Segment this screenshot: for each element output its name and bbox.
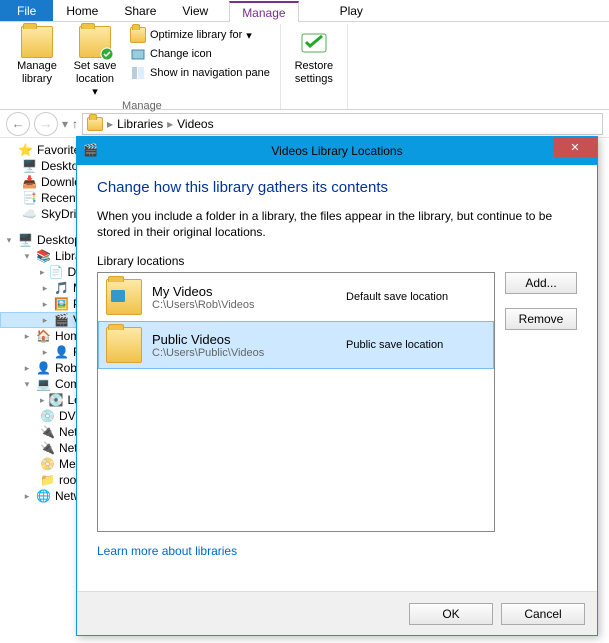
recent-chevron-icon[interactable]: ▾ (62, 117, 68, 131)
group-label-manage: Manage (10, 100, 274, 114)
ok-button[interactable]: OK (409, 603, 493, 625)
manage-library-button[interactable]: Manage library (10, 24, 64, 86)
location-tag: Default save location (346, 291, 486, 303)
learn-more-link[interactable]: Learn more about libraries (97, 544, 577, 558)
location-tag: Public save location (346, 339, 486, 351)
dialog-description: When you include a folder in a library, … (97, 208, 577, 240)
tab-home[interactable]: Home (53, 0, 111, 21)
nav-bar: ← → ▾ ↑ ▸ Libraries ▸ Videos (0, 110, 609, 138)
dialog-titlebar[interactable]: 🎬 Videos Library Locations ✕ (77, 137, 597, 165)
location-name: My Videos (152, 284, 336, 299)
forward-button[interactable]: → (34, 112, 58, 136)
up-button[interactable]: ↑ (72, 117, 78, 131)
tab-manage[interactable]: Manage (229, 1, 298, 22)
dialog-title: Videos Library Locations (77, 144, 597, 158)
location-item-public-videos[interactable]: Public Videos C:\Users\Public\Videos Pub… (98, 321, 494, 369)
location-path: C:\Users\Public\Videos (152, 347, 336, 359)
ribbon-tabs: File Home Share View Manage Play (0, 0, 609, 22)
star-icon: ⭐ (18, 143, 33, 157)
close-button[interactable]: ✕ (553, 137, 597, 157)
restore-settings-button[interactable]: Restore settings (287, 24, 341, 86)
show-in-nav-button[interactable]: Show in navigation pane (126, 64, 274, 82)
set-save-location-button[interactable]: Set save location ▾ (68, 24, 122, 100)
breadcrumb-libraries[interactable]: Libraries (117, 117, 163, 131)
optimize-library-button[interactable]: Optimize library for ▾ (126, 26, 274, 44)
location-name: Public Videos (152, 332, 336, 347)
manage-library-label: Manage library (12, 60, 62, 86)
dialog-footer: OK Cancel (77, 591, 597, 635)
location-path: C:\Users\Rob\Videos (152, 299, 336, 311)
dialog-heading: Change how this library gathers its cont… (97, 179, 577, 196)
address-bar[interactable]: ▸ Libraries ▸ Videos (82, 113, 603, 135)
remove-button[interactable]: Remove (505, 308, 577, 330)
close-icon: ✕ (570, 141, 579, 154)
breadcrumb-videos[interactable]: Videos (177, 117, 213, 131)
back-button[interactable]: ← (6, 112, 30, 136)
tab-play[interactable]: Play (327, 0, 376, 21)
folder-icon (87, 117, 103, 131)
tab-file[interactable]: File (0, 0, 53, 21)
cancel-button[interactable]: Cancel (501, 603, 585, 625)
dialog-subhead: Library locations (97, 254, 577, 268)
add-button[interactable]: Add... (505, 272, 577, 294)
ribbon: Manage library Set save location ▾ Optim… (0, 22, 609, 110)
tab-view[interactable]: View (169, 0, 221, 21)
set-save-label: Set save location (70, 60, 120, 86)
change-icon-button[interactable]: Change icon (126, 45, 274, 63)
library-locations-dialog: 🎬 Videos Library Locations ✕ Change how … (76, 136, 598, 636)
tab-share[interactable]: Share (111, 0, 169, 21)
location-item-my-videos[interactable]: My Videos C:\Users\Rob\Videos Default sa… (98, 273, 494, 321)
locations-listbox[interactable]: My Videos C:\Users\Rob\Videos Default sa… (97, 272, 495, 532)
